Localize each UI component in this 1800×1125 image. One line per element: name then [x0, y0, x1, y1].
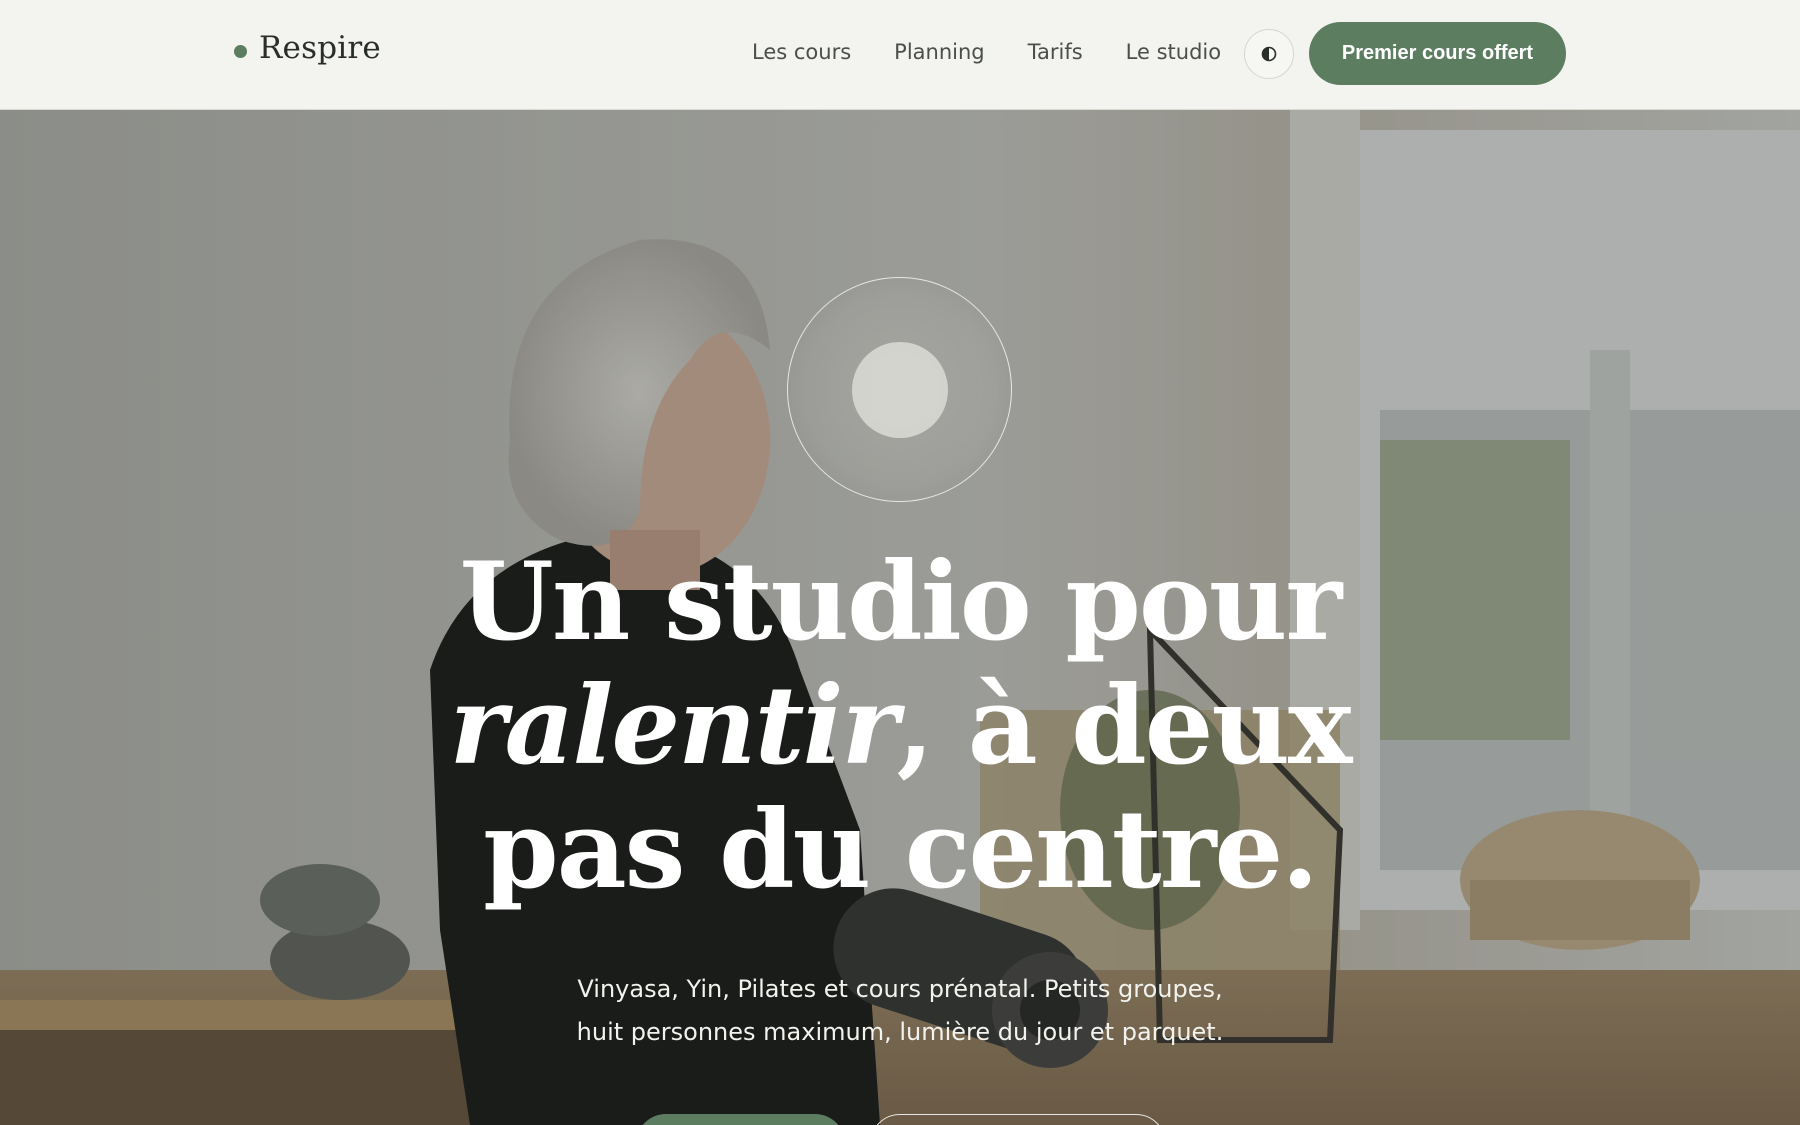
theme-toggle-button[interactable]	[1244, 29, 1294, 79]
hero-section: Un studio pour ralentir, à deux pas du c…	[0, 110, 1800, 1125]
first-class-free-button[interactable]: Premier cours offert	[1309, 22, 1566, 85]
subtitle-line-2: huit personnes maximum, lumière du jour …	[576, 1018, 1224, 1046]
hero-secondary-button[interactable]	[870, 1114, 1166, 1125]
hero-headline: Un studio pour ralentir, à deux pas du c…	[400, 540, 1400, 912]
brand-name: Respire	[259, 30, 381, 66]
headline-emphasis: ralentir	[449, 663, 899, 789]
site-header: Respire Les cours Planning Tarifs Le stu…	[0, 0, 1800, 110]
nav-link-cours[interactable]: Les cours	[752, 40, 851, 64]
nav-link-studio[interactable]: Le studio	[1126, 40, 1221, 64]
breathing-circle-core	[852, 342, 948, 438]
hero-primary-button[interactable]	[636, 1114, 845, 1125]
hero-subtitle: Vinyasa, Yin, Pilates et cours prénatal.…	[500, 968, 1300, 1054]
headline-line-2-rest: , à deux	[896, 663, 1353, 789]
subtitle-line-1: Vinyasa, Yin, Pilates et cours prénatal.…	[577, 975, 1223, 1003]
brand-logo[interactable]: Respire	[234, 30, 381, 66]
main-nav: Les cours Planning Tarifs Le studio	[752, 40, 1264, 64]
nav-link-planning[interactable]: Planning	[894, 40, 984, 64]
headline-line-3: pas du centre.	[483, 787, 1319, 913]
headline-line-1: Un studio pour	[459, 539, 1343, 665]
contrast-icon	[1261, 46, 1277, 62]
brand-dot-icon	[234, 44, 247, 58]
nav-link-tarifs[interactable]: Tarifs	[1028, 40, 1083, 64]
